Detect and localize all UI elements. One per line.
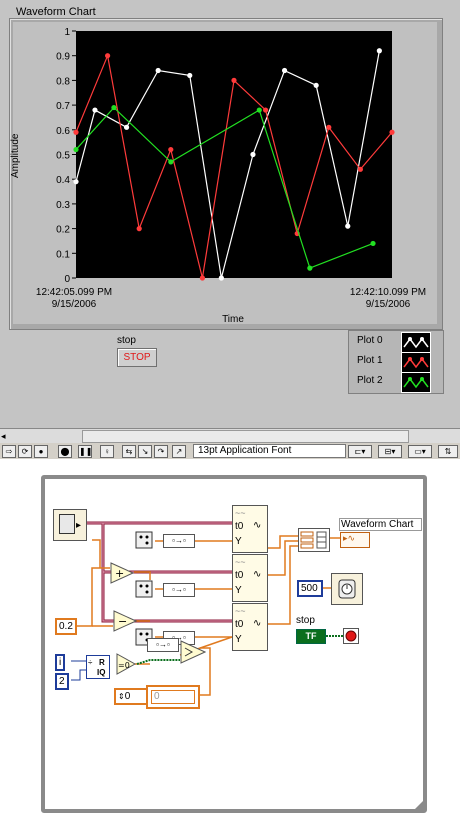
convert-node-icon[interactable]: ▫→▫ bbox=[147, 638, 179, 652]
convert-node-icon[interactable]: ▫→▫ bbox=[163, 534, 195, 548]
resize-grip-icon[interactable] bbox=[414, 800, 424, 810]
equal-to-zero-icon[interactable]: =0 bbox=[116, 653, 137, 675]
build-waveform-node-2[interactable]: ~~ t0 Y ∿ bbox=[232, 603, 268, 651]
subtract-function-icon[interactable]: − bbox=[113, 610, 138, 632]
iteration-terminal: i bbox=[55, 654, 66, 671]
shift-init-value: 0 bbox=[124, 691, 131, 702]
quotient-r-label: R bbox=[99, 658, 105, 667]
y-terminal: Y bbox=[235, 585, 242, 596]
loop-condition-icon[interactable] bbox=[343, 628, 359, 644]
constant-0-2[interactable]: 0.2 bbox=[55, 618, 77, 635]
add-function-icon[interactable]: + bbox=[110, 562, 135, 584]
t0-terminal: t0 bbox=[235, 619, 244, 630]
t0-terminal: t0 bbox=[235, 570, 244, 581]
build-array-icon[interactable] bbox=[298, 528, 330, 552]
quotient-iq-label: IQ bbox=[97, 668, 106, 677]
eq0-text: =0 bbox=[118, 661, 130, 670]
shift-register-init[interactable]: ⇕0 bbox=[114, 688, 148, 705]
y-terminal: Y bbox=[235, 634, 242, 645]
quotient-remainder-icon[interactable]: ÷ R IQ bbox=[86, 655, 110, 679]
wait-ms-icon[interactable] bbox=[331, 573, 363, 605]
build-waveform-node-1[interactable]: ~~ t0 Y ∿ bbox=[232, 554, 268, 602]
build-waveform-node-0[interactable]: ~~ t0 Y ∿ bbox=[232, 505, 268, 553]
select-function-icon[interactable] bbox=[180, 640, 207, 664]
numeric-indicator-value: 0 bbox=[151, 690, 195, 704]
stop-terminal-label: stop bbox=[296, 615, 315, 626]
stop-terminal[interactable]: TF bbox=[296, 629, 326, 644]
wires bbox=[71, 521, 344, 696]
subtract-sign: − bbox=[118, 615, 127, 628]
convert-node-icon[interactable]: ▫→▫ bbox=[163, 583, 195, 597]
wait-ms-constant[interactable]: 500 bbox=[297, 580, 323, 597]
t0-terminal: t0 bbox=[235, 521, 244, 532]
numeric-indicator: 0 bbox=[146, 685, 200, 709]
random-number-icon[interactable] bbox=[135, 531, 153, 549]
waveform-chart-terminal[interactable]: ▸∿ bbox=[340, 532, 370, 548]
constant-2[interactable]: 2 bbox=[55, 673, 69, 690]
random-number-icon[interactable] bbox=[135, 580, 153, 598]
waveform-chart-terminal-label: Waveform Chart bbox=[339, 518, 422, 531]
tick-count-icon[interactable]: ▸ bbox=[53, 509, 87, 541]
y-terminal: Y bbox=[235, 536, 242, 547]
add-sign: + bbox=[115, 567, 124, 580]
